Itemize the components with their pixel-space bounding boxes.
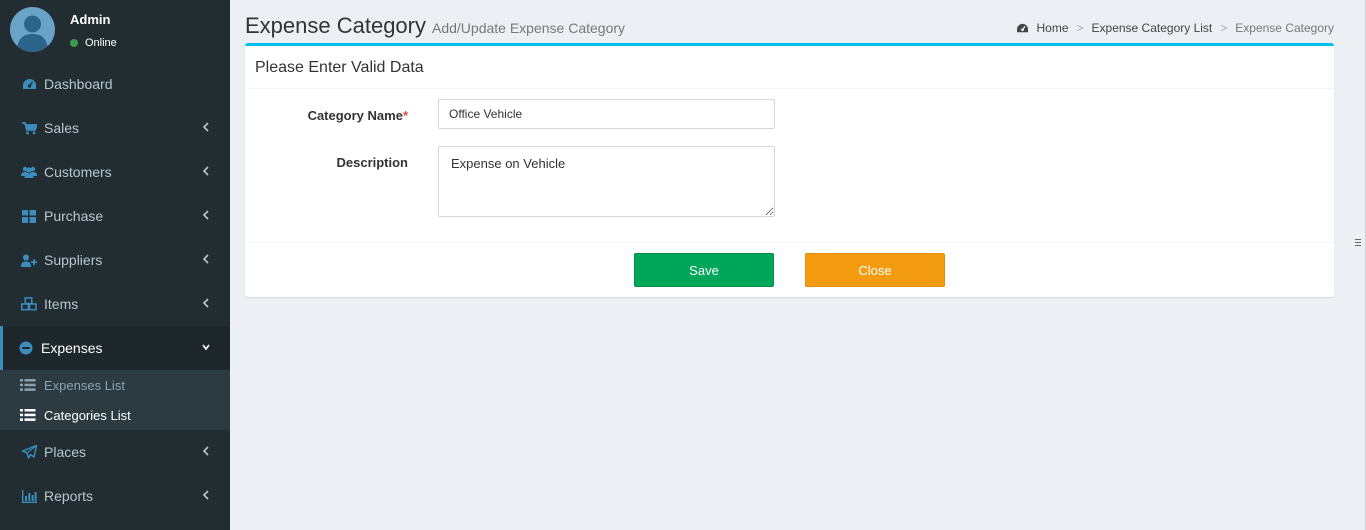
user-plus-icon (21, 252, 37, 268)
sidebar-item-items[interactable]: Items (0, 282, 230, 326)
sidebar-item-expenses[interactable]: Expenses (0, 326, 230, 370)
sidebar-item-label: Customers (44, 164, 112, 180)
minus-circle-icon (18, 340, 34, 356)
dashboard-icon (1017, 23, 1029, 32)
chevron-left-icon (202, 490, 209, 500)
breadcrumb-list-link[interactable]: Expense Category List (1092, 21, 1213, 35)
chevron-left-icon (202, 254, 209, 264)
expenses-submenu: Expenses List Categories List (0, 370, 230, 430)
description-label: Description (336, 155, 408, 170)
submenu-item-label: Categories List (44, 407, 131, 423)
user-status-text: Online (85, 37, 117, 49)
sidebar-item-label: Suppliers (44, 252, 103, 268)
breadcrumb-separator: > (1076, 21, 1084, 35)
sidebar-item-customers[interactable]: Customers (0, 150, 230, 194)
sidebar-item-dashboard[interactable]: Dashboard (0, 62, 230, 106)
sidebar-item-label: Purchase (44, 208, 104, 224)
sidebar: Admin Online Dashboard Sales Customers P… (0, 0, 230, 530)
user-status: Online (70, 37, 117, 49)
sidebar-item-sales[interactable]: Sales (0, 106, 230, 150)
chevron-left-icon (202, 210, 209, 220)
paper-plane-icon (21, 444, 37, 460)
page-title: Expense Category Add/Update Expense Categ… (245, 13, 625, 39)
required-marker: * (402, 108, 408, 123)
breadcrumb-home-link[interactable]: Home (1036, 21, 1068, 35)
chevron-down-icon (202, 344, 210, 351)
breadcrumb-current: Expense Category (1235, 21, 1334, 35)
submenu-item-expenses-list[interactable]: Expenses List (0, 370, 230, 400)
sidebar-menu: Dashboard Sales Customers Purchase Suppl… (0, 62, 230, 518)
list-icon (20, 409, 36, 421)
submenu-item-label: Expenses List (44, 377, 125, 393)
cubes-icon (21, 296, 37, 312)
chevron-left-icon (202, 166, 209, 176)
user-name: Admin (70, 12, 111, 27)
form-footer: Save Close (245, 242, 1334, 297)
sidebar-item-label: Reports (44, 488, 94, 504)
resize-handle[interactable] (1355, 238, 1363, 248)
sidebar-item-label: Places (44, 444, 87, 460)
online-status-icon (70, 39, 78, 47)
save-button[interactable]: Save (634, 253, 774, 287)
sidebar-item-suppliers[interactable]: Suppliers (0, 238, 230, 282)
chevron-left-icon (202, 298, 209, 308)
form-header: Please Enter Valid Data (245, 46, 1334, 89)
sidebar-item-places[interactable]: Places (0, 430, 230, 474)
submenu-item-categories-list[interactable]: Categories List (0, 400, 230, 430)
close-button[interactable]: Close (805, 253, 945, 287)
list-icon (20, 379, 36, 391)
sidebar-item-reports[interactable]: Reports (0, 474, 230, 518)
user-avatar[interactable] (10, 7, 55, 52)
breadcrumb: Home > Expense Category List > Expense C… (1016, 21, 1334, 35)
page-title-text: Expense Category (245, 13, 426, 38)
sidebar-item-label: Sales (44, 120, 80, 136)
sidebar-item-label: Items (44, 296, 79, 312)
category-name-input[interactable] (438, 99, 775, 129)
users-icon (21, 164, 37, 180)
cart-icon (21, 120, 37, 136)
category-name-label: Category Name* (245, 108, 408, 123)
sidebar-item-label: Dashboard (44, 76, 113, 92)
dashboard-icon (21, 76, 37, 92)
description-textarea[interactable]: Expense on Vehicle (438, 146, 775, 217)
breadcrumb-separator: > (1220, 21, 1228, 35)
expense-category-form: Please Enter Valid Data Category Name* D… (245, 43, 1334, 297)
chevron-left-icon (202, 446, 209, 456)
bar-chart-icon (21, 488, 37, 504)
chevron-left-icon (202, 122, 209, 132)
user-panel: Admin Online (0, 0, 230, 62)
sidebar-item-label: Expenses (41, 340, 103, 356)
page-subtitle: Add/Update Expense Category (432, 20, 626, 36)
grid-icon (21, 208, 37, 224)
sidebar-item-purchase[interactable]: Purchase (0, 194, 230, 238)
category-name-label-text: Category Name (307, 108, 403, 123)
